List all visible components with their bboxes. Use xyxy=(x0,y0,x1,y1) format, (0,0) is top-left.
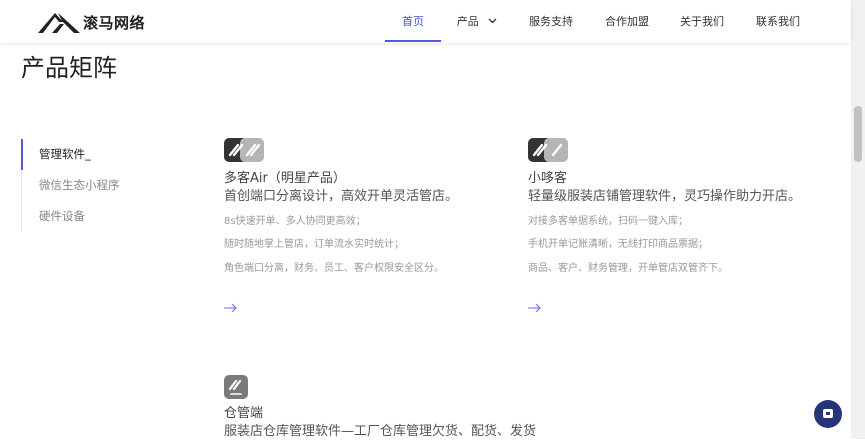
category-wechat-miniprogram[interactable]: 微信生态小程序 xyxy=(22,170,142,201)
nav-partnership[interactable]: 合作加盟 xyxy=(603,0,651,40)
category-management-software[interactable]: 管理软件_ xyxy=(21,139,142,170)
page-title: 产品矩阵 xyxy=(21,54,117,82)
nav-service-support-label: 服务支持 xyxy=(529,15,573,28)
brand-logo[interactable]: 滚马网络 xyxy=(38,10,145,34)
chevron-down-icon xyxy=(488,18,497,24)
product-name: 仓管端 xyxy=(224,406,264,421)
brand-name: 滚马网络 xyxy=(83,13,146,32)
nav-home[interactable]: 首页 xyxy=(385,0,441,42)
top-nav: 滚马网络 首页 产品 服务支持 合作加盟 关于我们 联系我们 xyxy=(0,0,851,43)
category-hardware-label: 硬件设备 xyxy=(39,209,85,223)
nav-contact-label: 联系我们 xyxy=(756,15,800,28)
category-hardware[interactable]: 硬件设备 xyxy=(22,201,142,232)
product-card-cangguan: 仓管端 服装店仓库管理软件—工厂仓库管理欠货、配货、发货 xyxy=(224,375,537,441)
nav-home-label: 首页 xyxy=(402,15,424,28)
nav-service-support[interactable]: 服务支持 xyxy=(527,0,575,40)
product-feature: 角色端口分离，财务、员工、客户权限安全区分。 xyxy=(224,263,444,274)
nav-about-label: 关于我们 xyxy=(680,15,724,28)
xiaoduoke-logo-icon xyxy=(528,138,568,162)
nav-products[interactable]: 产品 xyxy=(455,0,499,40)
nav-partnership-label: 合作加盟 xyxy=(605,15,649,28)
product-description: 首创端口分离设计，高效开单灵活管店。 xyxy=(224,189,459,204)
product-feature: 商品、客户、财务管理，开单管店双管齐下。 xyxy=(528,263,728,274)
product-card-duoke-air: 多客Air（明星产品） 首创端口分离设计，高效开单灵活管店。 8s快速开单、多人… xyxy=(224,138,524,313)
cangguan-logo-icon xyxy=(224,375,248,399)
nav-contact[interactable]: 联系我们 xyxy=(754,0,802,40)
chat-icon xyxy=(823,409,833,418)
nav-products-label: 产品 xyxy=(456,15,479,28)
product-description: 轻量级服装店铺管理软件，灵巧操作助力开店。 xyxy=(528,189,802,204)
scrollbar-track[interactable] xyxy=(851,0,865,439)
scrollbar-thumb[interactable] xyxy=(854,106,862,162)
product-feature: 8s快速开单、多人协同更高效； xyxy=(224,216,366,227)
product-card-xiaoduoke: 小哆客 轻量级服装店铺管理软件，灵巧操作助力开店。 对接多客单据系统，扫码一键入… xyxy=(528,138,828,313)
product-feature: 随时随地掌上管店，订单流水实时统计； xyxy=(224,239,404,250)
product-name: 小哆客 xyxy=(528,171,568,186)
arrow-right-icon[interactable] xyxy=(224,303,238,313)
brand-logo-icon xyxy=(38,13,80,33)
product-name: 多客Air（明星产品） xyxy=(224,171,346,186)
product-description: 服装店仓库管理软件—工厂仓库管理欠货、配货、发货 xyxy=(224,424,537,439)
category-management-software-label: 管理软件_ xyxy=(39,147,91,161)
category-wechat-miniprogram-label: 微信生态小程序 xyxy=(39,178,120,192)
arrow-right-icon[interactable] xyxy=(528,303,542,313)
product-category-menu: 管理软件_ 微信生态小程序 硬件设备 xyxy=(21,139,142,232)
duoke-air-logo-icon xyxy=(224,138,264,162)
nav-about[interactable]: 关于我们 xyxy=(678,0,726,40)
product-feature: 手机开单记账清晰，无线打印商品票据； xyxy=(528,239,708,250)
product-feature: 对接多客单据系统，扫码一键入库； xyxy=(528,216,688,227)
chat-button[interactable] xyxy=(814,400,842,428)
